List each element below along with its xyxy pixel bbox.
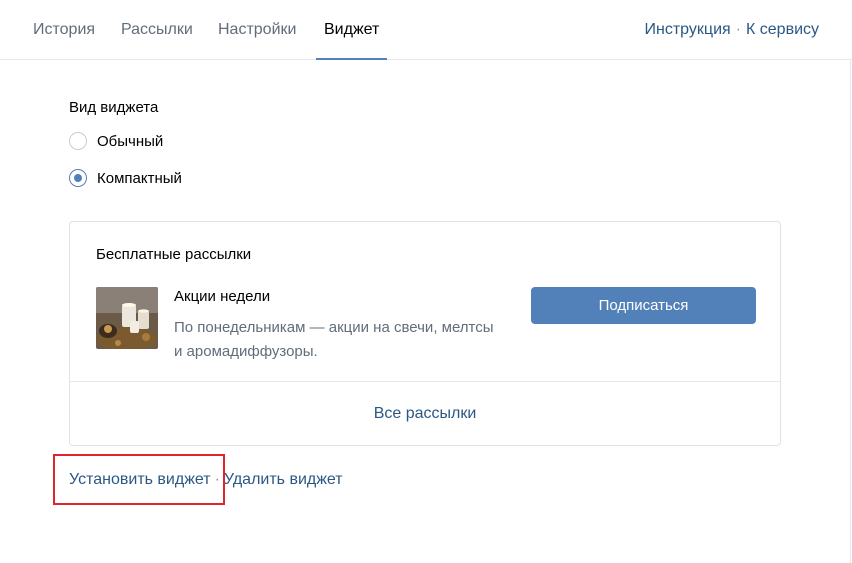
active-tab-indicator — [316, 58, 387, 60]
tab-mailings[interactable]: Рассылки — [121, 0, 193, 60]
all-mailings-link[interactable]: Все рассылки — [70, 382, 780, 445]
top-navigation: История Рассылки Настройки Виджет Инстру… — [0, 0, 852, 60]
widget-preview-card: Бесплатные рассылки Акции недели По поне… — [69, 221, 781, 446]
tab-settings[interactable]: Настройки — [218, 0, 296, 60]
header-links: Инструкция · К сервису — [645, 0, 819, 60]
tab-history[interactable]: История — [33, 0, 95, 60]
install-widget-link[interactable]: Установить виджет — [69, 471, 211, 488]
content-border — [850, 60, 851, 563]
radio-label-compact: Компактный — [97, 169, 182, 187]
header-links-separator: · — [735, 21, 741, 38]
tab-widget[interactable]: Виджет — [324, 0, 379, 60]
instructions-link[interactable]: Инструкция — [645, 21, 731, 38]
candles-image — [96, 287, 158, 349]
widget-type-label: Вид виджета — [69, 99, 159, 116]
to-service-link[interactable]: К сервису — [746, 21, 819, 38]
actions-separator: · — [214, 471, 220, 488]
preview-title: Бесплатные рассылки — [96, 246, 252, 263]
remove-widget-link[interactable]: Удалить виджет — [224, 471, 343, 488]
subscribe-button[interactable]: Подписаться — [531, 287, 756, 324]
radio-option-compact[interactable]: Компактный — [69, 168, 182, 188]
radio-label-regular: Обычный — [97, 132, 164, 150]
mailing-title: Акции недели — [174, 288, 271, 305]
candles-image-graphic — [96, 287, 158, 349]
radio-button-compact[interactable] — [69, 169, 87, 187]
radio-option-regular[interactable]: Обычный — [69, 131, 163, 151]
radio-button-regular[interactable] — [69, 132, 87, 150]
mailing-description: По понедельникам — акции на свечи, мелтс… — [174, 319, 494, 360]
widget-actions: Установить виджет · Удалить виджет — [69, 469, 343, 491]
